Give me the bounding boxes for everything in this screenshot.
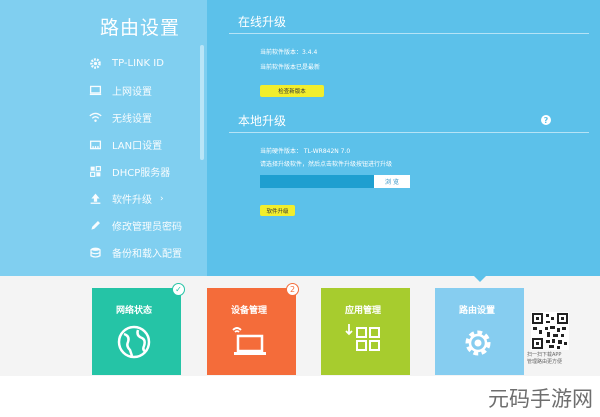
software-upgrade-button[interactable]: 软件升级 — [260, 205, 295, 216]
upgrade-file-input[interactable] — [260, 175, 374, 188]
apps-grid-icon — [345, 324, 383, 364]
tile-app-management[interactable]: 应用管理 — [321, 288, 410, 375]
sidebar-item-software-upgrade[interactable]: 软件升级 › — [88, 185, 198, 212]
current-software-version: 当前软件版本：3.4.4 — [260, 49, 318, 56]
sidebar-item-label: 上网设置 — [112, 87, 152, 98]
laptop-icon — [231, 324, 269, 362]
sidebar-item-backup[interactable]: 备份和载入配置 — [88, 239, 198, 266]
sidebar-item-label: 无线设置 — [112, 114, 152, 125]
sidebar-item-admin-password[interactable]: 修改管理员密码 — [88, 212, 198, 239]
help-icon[interactable]: ? — [541, 115, 551, 125]
pencil-icon — [88, 219, 102, 233]
check-icon: ✓ — [172, 283, 185, 296]
tile-label: 设备管理 — [231, 306, 268, 316]
sidebar-menu: TP-LINK ID 上网设置 无线设置 LAN口设置 DHCP服务器 软件升级… — [88, 50, 198, 266]
sidebar-item-dhcp[interactable]: DHCP服务器 — [88, 158, 198, 185]
globe-icon — [116, 324, 152, 364]
sidebar-item-label: LAN口设置 — [112, 141, 163, 152]
qr-code — [531, 312, 569, 350]
hardware-version: 当前硬件版本： TL-WR842N 7.0 — [260, 148, 351, 155]
watermark: 元码手游网 — [488, 387, 593, 411]
upgrade-instruction: 请选择升级软件，然后点击软件升级按钮进行升级 — [260, 161, 393, 168]
chevron-right-icon: › — [160, 193, 164, 204]
local-upgrade-title: 本地升级 — [238, 114, 287, 128]
sidebar-item-label: 软件升级 — [112, 195, 152, 206]
qr-caption-line: 扫一扫下载APP — [527, 352, 562, 358]
monitor-icon — [88, 84, 102, 98]
sidebar-title: 路由设置 — [100, 17, 181, 39]
active-tile-pointer — [474, 276, 486, 282]
qr-caption: 扫一扫下载APP 管理路由更方便 — [527, 352, 575, 366]
divider — [229, 132, 589, 133]
sidebar-item-label: DHCP服务器 — [112, 168, 171, 179]
tile-label: 路由设置 — [459, 306, 496, 316]
lan-port-icon — [88, 138, 102, 152]
backup-icon — [88, 246, 102, 260]
sidebar-scrollbar[interactable] — [200, 45, 204, 160]
sidebar: 路由设置 TP-LINK ID 上网设置 无线设置 LAN口设置 DHCP服务器… — [0, 0, 207, 276]
tile-label: 应用管理 — [345, 306, 382, 316]
gear-icon — [88, 57, 102, 71]
sidebar-item-label: 备份和载入配置 — [112, 249, 182, 260]
browse-button[interactable]: 浏 览 — [374, 175, 410, 188]
content-area: 在线升级 当前软件版本：3.4.4 当前软件版本已是最新 检查新版本 本地升级 … — [207, 0, 600, 276]
qr-caption-line: 管理路由更方便 — [527, 359, 563, 365]
gear-icon — [459, 324, 497, 366]
sidebar-item-wireless[interactable]: 无线设置 — [88, 104, 198, 131]
sidebar-item-lan[interactable]: LAN口设置 — [88, 131, 198, 158]
upload-icon — [88, 192, 102, 206]
tile-label: 网络状态 — [116, 306, 153, 316]
device-count-badge: 2 — [286, 283, 299, 296]
divider — [229, 33, 589, 34]
tile-device-management[interactable]: 设备管理 — [207, 288, 296, 375]
upgrade-status-text: 当前软件版本已是最新 — [260, 64, 321, 71]
tile-router-settings[interactable]: 路由设置 — [435, 288, 524, 375]
online-upgrade-title: 在线升级 — [238, 15, 287, 29]
dhcp-icon — [88, 165, 102, 179]
wifi-icon — [88, 111, 102, 125]
check-update-button[interactable]: 检查新版本 — [260, 85, 324, 97]
sidebar-item-label: TP-LINK ID — [112, 58, 164, 69]
tile-network-status[interactable]: 网络状态 — [92, 288, 181, 375]
sidebar-item-tplink-id[interactable]: TP-LINK ID — [88, 50, 198, 77]
sidebar-item-internet[interactable]: 上网设置 — [88, 77, 198, 104]
sidebar-item-label: 修改管理员密码 — [112, 222, 182, 233]
